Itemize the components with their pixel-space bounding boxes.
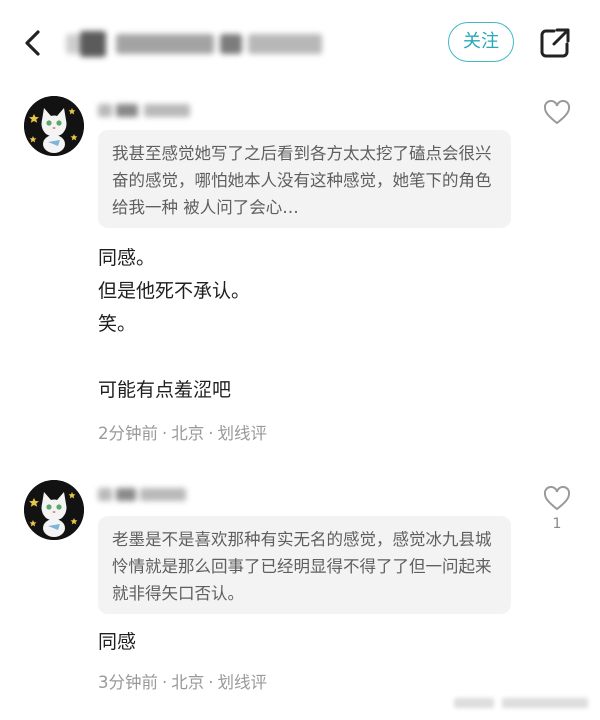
chevron-left-icon[interactable] (18, 26, 48, 60)
heart-outline-icon[interactable] (543, 486, 571, 512)
blurred-username (96, 100, 196, 122)
comment-body: 同感 (98, 626, 136, 659)
timestamp: 2分钟前 (98, 424, 158, 443)
location: 北京 (171, 673, 205, 692)
cat-avatar-image (24, 96, 84, 156)
comment-line: 笑。 (98, 313, 137, 335)
watermark-blur (454, 692, 594, 714)
follow-button[interactable]: 关注 (448, 22, 514, 62)
comment-line: 但是他死不承认。 (98, 280, 251, 302)
blurred-username (96, 484, 192, 506)
reply-button[interactable]: 划线评 (218, 673, 268, 692)
comment-line: 同感。 (98, 247, 156, 269)
reply-button[interactable]: 划线评 (218, 424, 268, 443)
quoted-text[interactable]: 老墨是不是喜欢那种有实无名的感觉，感觉冰九县城怜情就是那么回事了已经明显得不得了… (98, 516, 511, 614)
comment-meta: 3分钟前 · 北京 · 划线评 (98, 673, 268, 692)
timestamp: 3分钟前 (98, 673, 158, 692)
like-count: 1 (552, 516, 562, 532)
cat-avatar-image (24, 480, 84, 540)
location: 北京 (171, 424, 205, 443)
comment-line: 可能有点羞涩吧 (98, 379, 232, 401)
top-bar: 关注 (0, 0, 600, 86)
comment-meta: 2分钟前 · 北京 · 划线评 (98, 424, 268, 443)
quoted-text[interactable]: 我甚至感觉她写了之后看到各方太太挖了磕点会很兴奋的感觉，哪怕她本人没有这种感觉，… (98, 130, 511, 228)
share-external-icon[interactable] (538, 26, 572, 60)
avatar[interactable] (24, 96, 84, 156)
comment-body: 同感。 但是他死不承认。 笑。 可能有点羞涩吧 (98, 242, 250, 407)
avatar[interactable] (24, 480, 84, 540)
comment-line (98, 341, 250, 374)
heart-outline-icon[interactable] (543, 100, 571, 126)
blurred-title (64, 28, 326, 60)
comment-line: 同感 (98, 631, 137, 653)
